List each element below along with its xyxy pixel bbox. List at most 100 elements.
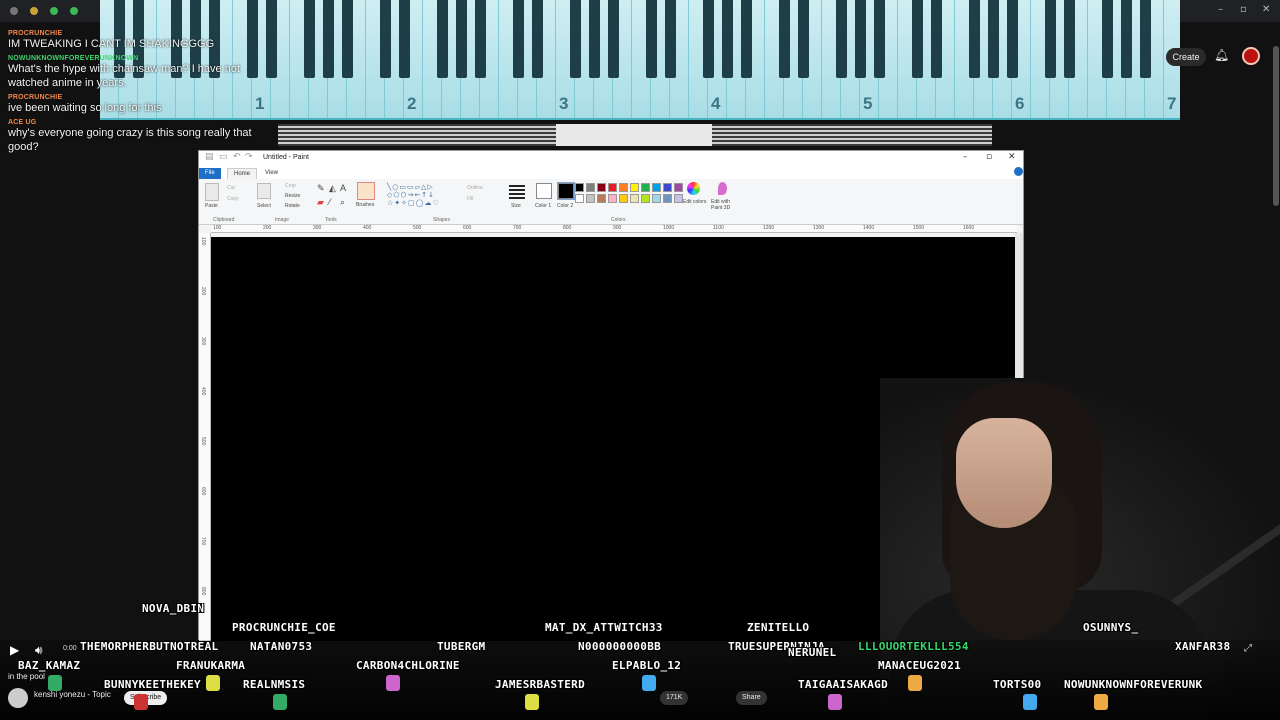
- quick-access-icon[interactable]: ▤: [205, 152, 214, 162]
- palette-swatch[interactable]: [641, 183, 650, 192]
- paint3d-icon[interactable]: [718, 182, 727, 195]
- undo-icon[interactable]: ↶: [233, 152, 241, 162]
- tab-view[interactable]: View: [259, 168, 284, 179]
- palette-swatch[interactable]: [608, 183, 617, 192]
- redo-icon[interactable]: ↷: [245, 152, 253, 162]
- close-icon[interactable]: ✕: [1008, 152, 1016, 162]
- palette-swatch[interactable]: [663, 194, 672, 203]
- palette-swatch[interactable]: [630, 183, 639, 192]
- palette-swatch[interactable]: [674, 183, 683, 192]
- scrollbar-thumb[interactable]: [1273, 46, 1279, 206]
- piano-black-key: [589, 0, 600, 78]
- viewer-name: MANACEUG2021: [878, 659, 962, 672]
- text-icon[interactable]: A: [340, 183, 346, 193]
- play-icon[interactable]: ▶: [10, 643, 19, 657]
- color1-swatch[interactable]: [536, 183, 552, 199]
- palette-swatch[interactable]: [608, 194, 617, 203]
- fill-button[interactable]: Fill: [467, 196, 473, 202]
- size-icon[interactable]: [509, 185, 525, 199]
- canvas-scrollbar[interactable]: [1015, 233, 1023, 383]
- palette-swatch[interactable]: [586, 183, 595, 192]
- select-icon[interactable]: [257, 183, 271, 199]
- fill-icon[interactable]: ◭: [329, 183, 336, 194]
- ruler-tick-label: 300: [200, 337, 206, 346]
- rotate-button[interactable]: Rotate: [285, 203, 300, 209]
- palette-swatch[interactable]: [652, 183, 661, 192]
- maximize-icon[interactable]: ▫: [1240, 4, 1247, 15]
- tab-home[interactable]: Home: [227, 168, 258, 179]
- eraser-icon[interactable]: ▰: [317, 197, 324, 208]
- minimize-icon[interactable]: –: [1218, 4, 1223, 15]
- palette-swatch[interactable]: [586, 194, 595, 203]
- ruler-tick-label: 1500: [913, 225, 925, 231]
- like-button[interactable]: 171K: [660, 691, 689, 705]
- piano-black-key: [1102, 0, 1113, 78]
- color2-swatch[interactable]: [557, 182, 575, 200]
- resize-button[interactable]: Resize: [285, 193, 300, 199]
- palette-swatch[interactable]: [652, 194, 661, 203]
- minimize-icon[interactable]: –: [963, 152, 968, 162]
- ruler-tick-label: 700: [513, 225, 522, 231]
- tab-file[interactable]: File: [199, 168, 221, 179]
- ruler-tick-label: 1600: [963, 225, 975, 231]
- crop-button[interactable]: Crop: [285, 183, 296, 189]
- chat-message: NOWUNKNOWNFOREVERUNKNOWN What's the hype …: [0, 55, 262, 90]
- pencil-icon[interactable]: ✎: [317, 183, 325, 194]
- notifications-bell-icon[interactable]: 🔔︎: [1214, 48, 1229, 62]
- palette-swatch[interactable]: [641, 194, 650, 203]
- save-icon[interactable]: ▭: [219, 152, 228, 162]
- outline-button[interactable]: Outline: [467, 185, 483, 191]
- palette-swatch[interactable]: [575, 183, 584, 192]
- color2-button[interactable]: Color 2: [557, 203, 573, 209]
- palette-swatch[interactable]: [663, 183, 672, 192]
- paste-button[interactable]: Paste: [205, 203, 218, 209]
- expand-icon[interactable]: ⤢: [1244, 643, 1252, 654]
- brushes-button[interactable]: Brushes: [356, 202, 374, 208]
- brush-icon[interactable]: [357, 182, 375, 200]
- avatar[interactable]: [1242, 47, 1260, 65]
- copy-button[interactable]: Copy: [227, 196, 239, 202]
- volume-icon[interactable]: 🔊︎: [35, 643, 43, 658]
- magnifier-icon[interactable]: ⌕: [340, 197, 345, 208]
- close-icon[interactable]: ✕: [1262, 4, 1270, 15]
- color-picker-icon[interactable]: ⁄: [329, 197, 331, 207]
- chat-username: ACE UG: [8, 119, 37, 126]
- paint3d-button[interactable]: Edit with Paint 3D: [711, 199, 741, 211]
- share-button[interactable]: Share: [736, 691, 767, 705]
- paint-ribbon: Paste Cut Copy Clipboard Select Crop Res…: [199, 179, 1023, 225]
- help-icon[interactable]: [1014, 167, 1023, 176]
- stream-chat: PROCRUNCHIE IM TWEAKING I CANT IM SHAKING…: [0, 30, 262, 158]
- palette-swatch[interactable]: [597, 183, 606, 192]
- menu-icon[interactable]: [10, 7, 18, 15]
- palette-swatch[interactable]: [597, 194, 606, 203]
- edit-colors-icon[interactable]: [687, 182, 700, 195]
- edit-colors-button[interactable]: Edit colors: [683, 199, 709, 205]
- size-button[interactable]: Size: [511, 203, 521, 209]
- create-button[interactable]: Create: [1166, 48, 1206, 66]
- piano-black-key: [1121, 0, 1132, 78]
- palette-swatch[interactable]: [619, 183, 628, 192]
- shapes-gallery[interactable]: ╲○▭▭▱△▷ ◇⬠⬡→←↑↓ ☆✦✧▢◯☁♡: [387, 183, 457, 209]
- palette-swatch[interactable]: [619, 194, 628, 203]
- tab-favicon-icon[interactable]: [30, 7, 38, 15]
- channel-name[interactable]: kenshi yonezu - Topic: [34, 690, 111, 699]
- piano-black-key: [874, 0, 885, 78]
- piano-black-key: [1007, 0, 1018, 78]
- tab-favicon-icon[interactable]: [50, 7, 58, 15]
- tab-favicon-icon[interactable]: [70, 7, 78, 15]
- chat-text: IM TWEAKING I CANT IM SHAKINGGGG: [8, 38, 215, 50]
- palette-swatch[interactable]: [674, 194, 683, 203]
- page-scrollbar[interactable]: [1272, 22, 1280, 206]
- paste-icon[interactable]: [205, 183, 219, 201]
- cut-button[interactable]: Cut: [227, 185, 235, 191]
- piano-black-key: [380, 0, 391, 78]
- palette-swatch[interactable]: [630, 194, 639, 203]
- color1-button[interactable]: Color 1: [535, 203, 551, 209]
- select-button[interactable]: Select: [257, 203, 271, 209]
- maximize-icon[interactable]: ▫: [986, 152, 992, 162]
- palette-swatch[interactable]: [575, 194, 584, 203]
- ruler-tick-label: 100: [200, 237, 206, 246]
- channel-avatar[interactable]: [8, 688, 28, 708]
- ruler-tick-label: 1300: [813, 225, 825, 231]
- viewer-name: XANFAR38: [1175, 640, 1231, 653]
